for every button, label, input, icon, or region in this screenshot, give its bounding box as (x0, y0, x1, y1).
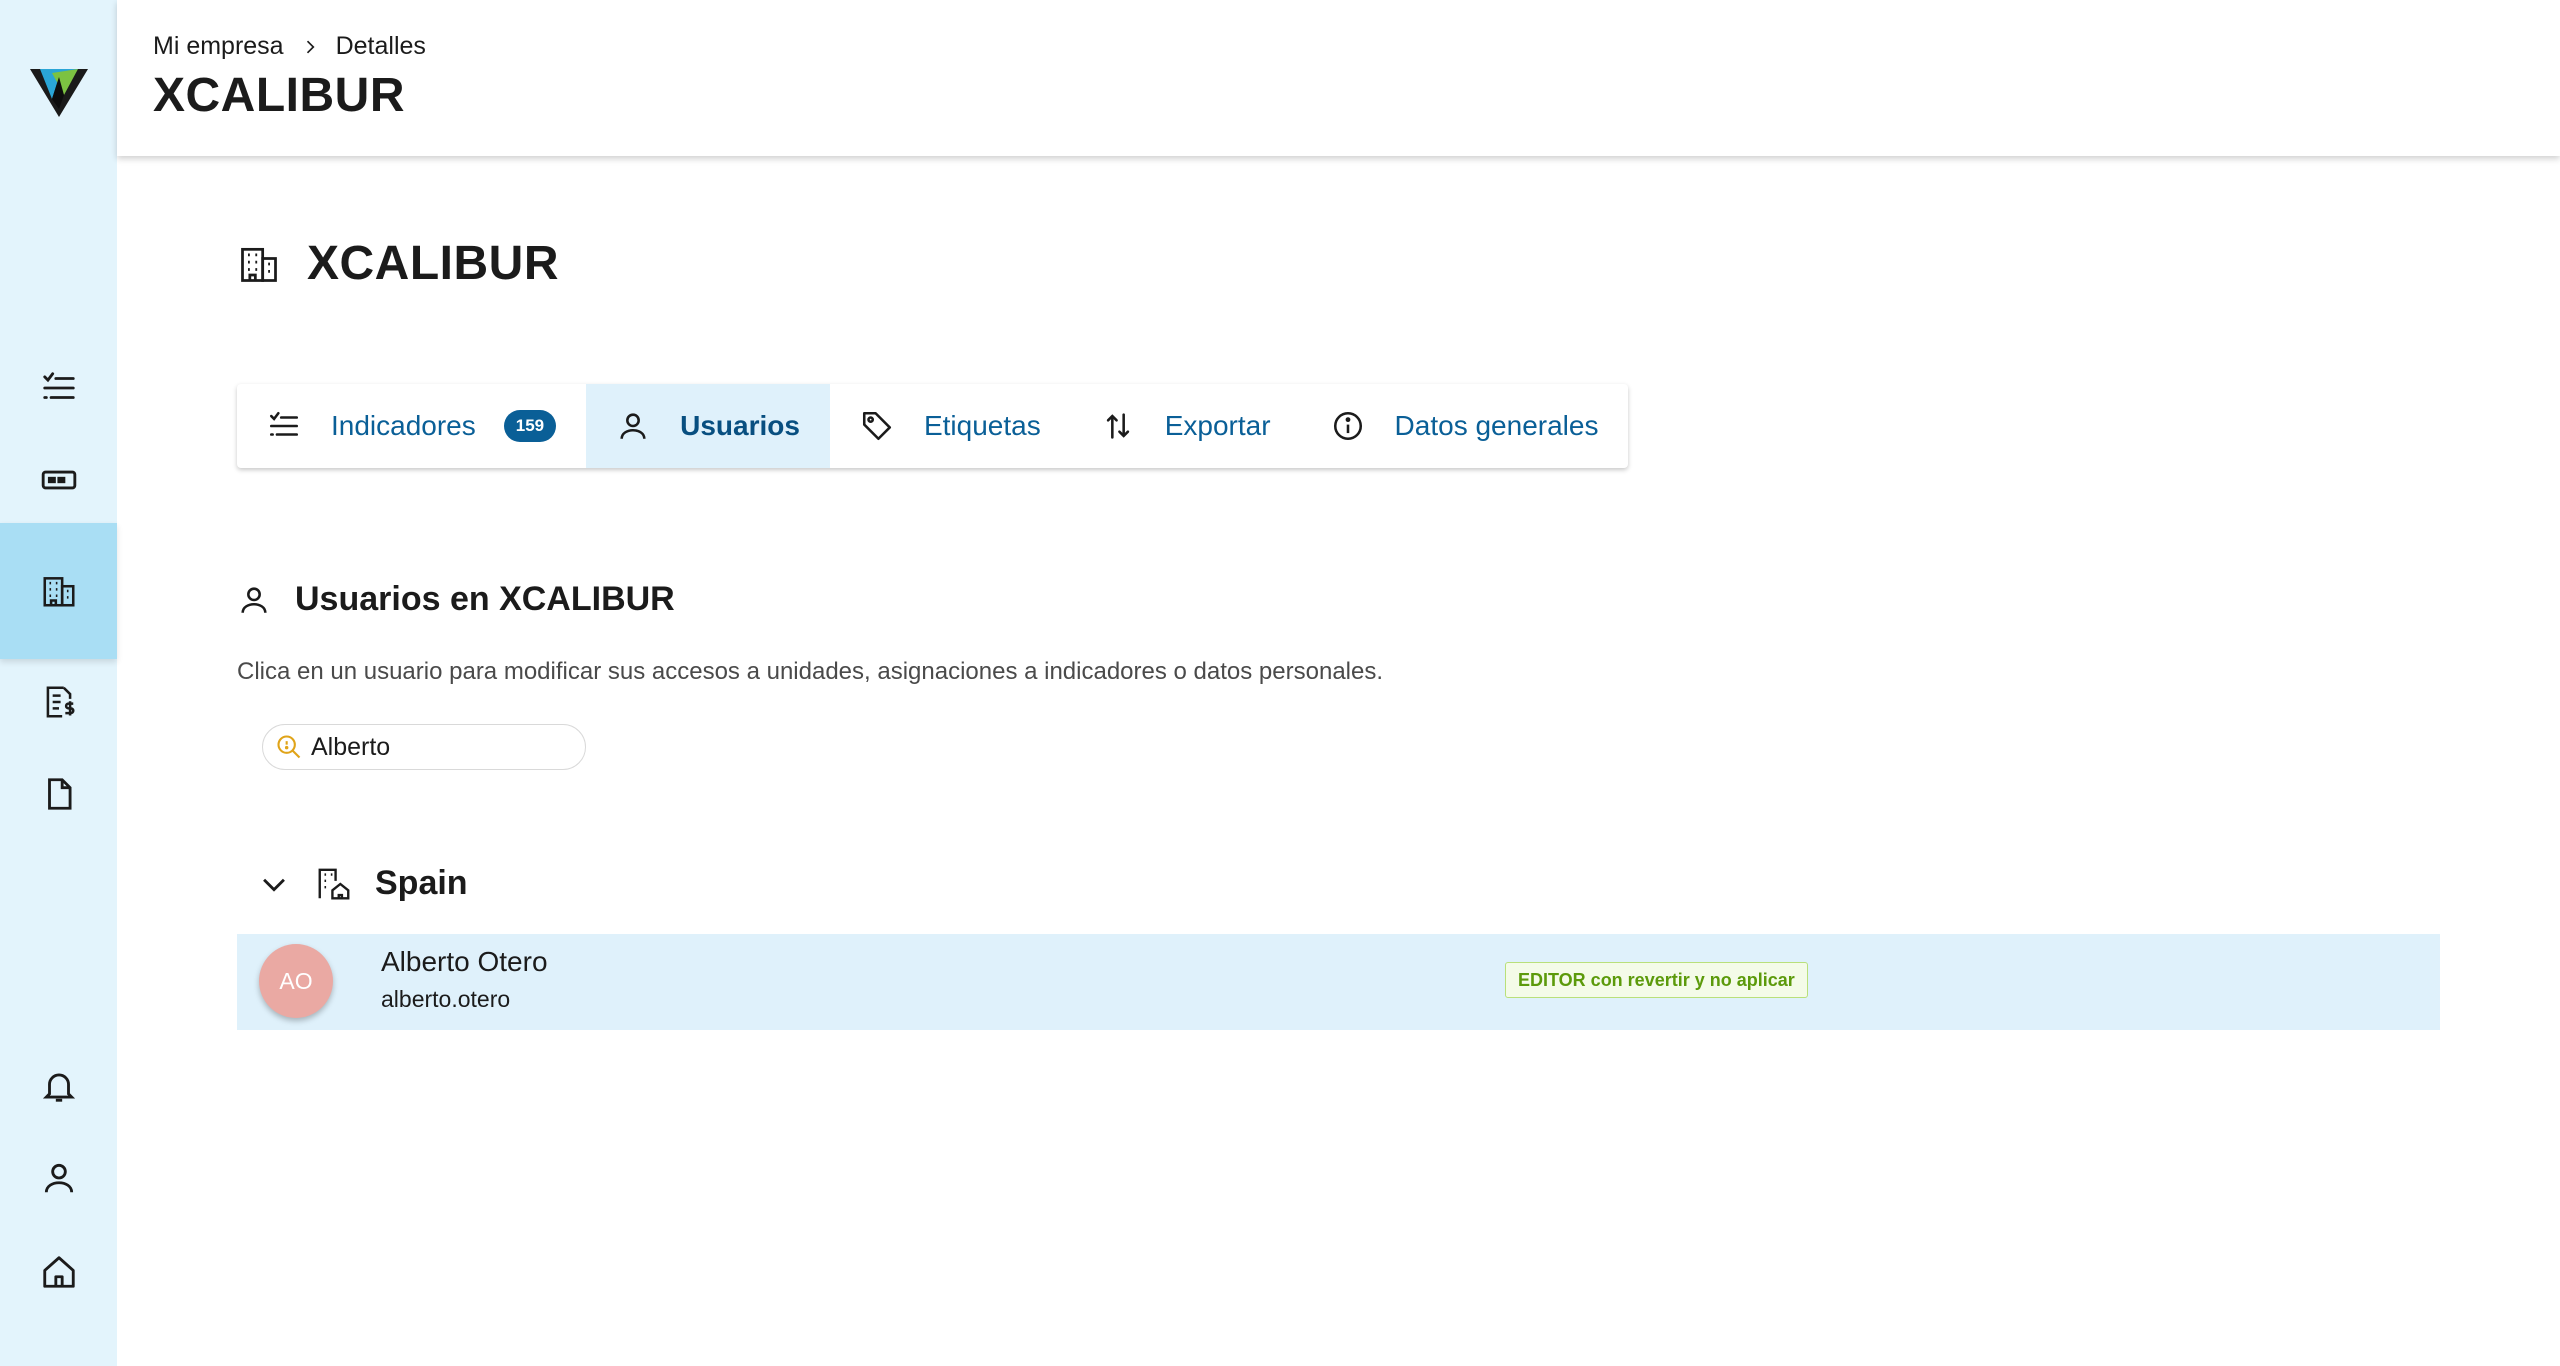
swap-vertical-icon (1106, 413, 1129, 439)
section-title: Usuarios en XCALIBUR (237, 580, 675, 619)
group-header: Spain (257, 864, 468, 903)
bell-icon (42, 1073, 75, 1102)
user-row[interactable]: AO Alberto Otero alberto.otero EDITOR co… (237, 934, 2440, 1030)
tab-datos-generales[interactable]: Datos generales (1301, 384, 1629, 468)
page-heading: XCALIBUR (237, 236, 559, 291)
tab-indicadores[interactable]: Indicadores 159 (237, 384, 586, 468)
tab-label: Etiquetas (923, 410, 1041, 441)
search-input[interactable] (311, 732, 551, 762)
tab-etiquetas[interactable]: Etiquetas (830, 384, 1071, 468)
sidebar-item-notifications[interactable] (0, 1046, 117, 1126)
header-title: XCALIBUR (153, 69, 405, 122)
breadcrumb: Mi empresa Detalles (153, 32, 426, 61)
main-content: XCALIBUR Indicadores 159 Usuarios Etique… (117, 156, 2560, 1366)
section-description: Clica en un usuario para modificar sus a… (237, 658, 1384, 685)
user-icon (44, 1163, 73, 1193)
tag-icon (862, 411, 891, 441)
building-icon (241, 247, 277, 282)
info-icon (1333, 411, 1362, 441)
top-bar: Mi empresa Detalles XCALIBUR (117, 0, 2560, 156)
tab-label: Indicadores (331, 410, 476, 441)
tab-bar: Indicadores 159 Usuarios Etiquetas Expor… (237, 384, 1629, 468)
sidebar-item-company[interactable] (0, 523, 117, 659)
building-home-icon (318, 868, 350, 899)
search-icon (277, 735, 301, 759)
group-name: Spain (375, 864, 468, 902)
sidebar-item-home[interactable] (0, 1232, 117, 1312)
tab-label: Datos generales (1394, 410, 1599, 441)
checklist-icon (42, 372, 75, 399)
section-title-text: Usuarios en XCALIBUR (295, 580, 675, 618)
sidebar-item-documents[interactable] (0, 754, 117, 834)
home-icon (42, 1256, 75, 1288)
building-icon (42, 577, 75, 607)
battery-icon (41, 470, 76, 490)
sidebar-item-profile[interactable] (0, 1138, 117, 1218)
tab-exportar[interactable]: Exportar (1071, 384, 1301, 468)
search-box (262, 724, 586, 770)
invoice-icon (46, 686, 74, 718)
page-title: XCALIBUR (307, 237, 559, 290)
tab-usuarios[interactable]: Usuarios (586, 384, 830, 468)
chevron-right-icon (300, 37, 320, 57)
sidebar (0, 0, 117, 1366)
user-login: alberto.otero (381, 986, 511, 1012)
user-icon (620, 413, 646, 439)
user-icon (241, 586, 267, 613)
role-badge: EDITOR con revertir y no aplicar (1505, 962, 1808, 998)
app-logo[interactable] (30, 65, 88, 117)
sidebar-item-devices[interactable] (0, 440, 117, 520)
checklist-icon (269, 411, 299, 436)
user-name: Alberto Otero (381, 946, 548, 977)
tab-label: Usuarios (680, 410, 800, 441)
sidebar-item-billing[interactable] (0, 662, 117, 742)
document-icon (47, 778, 72, 810)
count-badge: 159 (503, 410, 557, 442)
tab-label: Exportar (1164, 410, 1271, 441)
chevron-down-icon[interactable] (257, 867, 291, 901)
avatar: AO (259, 944, 333, 1018)
breadcrumb-parent[interactable]: Mi empresa (153, 32, 284, 61)
sidebar-item-indicators[interactable] (0, 348, 117, 428)
breadcrumb-current: Detalles (335, 32, 426, 60)
